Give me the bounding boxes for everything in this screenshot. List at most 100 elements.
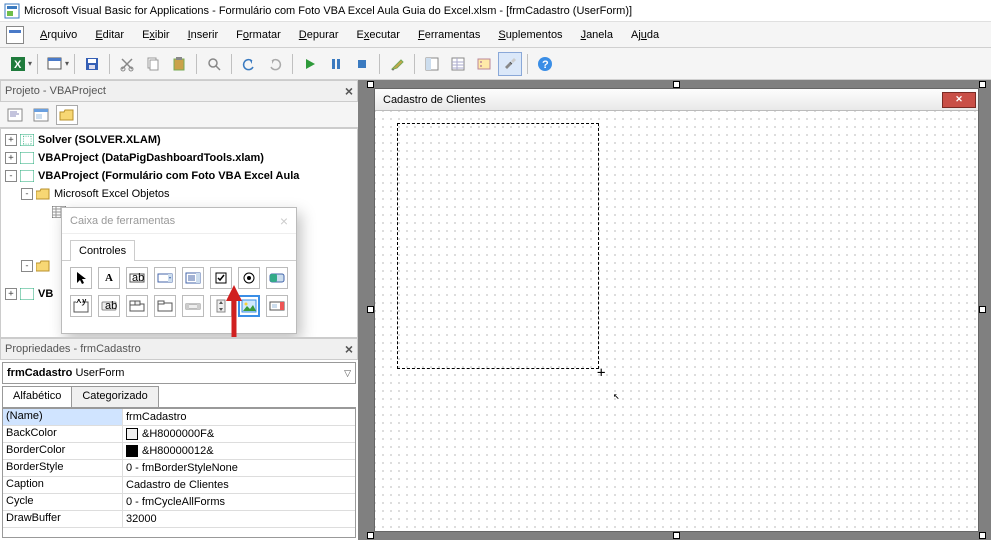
toolbar: X ▾ ▾ ? xyxy=(0,48,991,80)
find-button[interactable] xyxy=(202,52,226,76)
prop-value[interactable]: frmCadastro xyxy=(123,409,355,425)
cursor-arrow-icon: ↖ xyxy=(613,389,620,402)
tool-commandbutton[interactable]: ab xyxy=(98,295,120,317)
menu-suplementos[interactable]: Suplementos xyxy=(490,26,570,44)
tool-spinbutton[interactable] xyxy=(210,295,232,317)
toolbox-button[interactable] xyxy=(498,52,522,76)
toolbox-titlebar[interactable]: Caixa de ferramentas × xyxy=(62,208,296,234)
view-code-button[interactable] xyxy=(4,105,26,125)
tool-frame[interactable]: xy xyxy=(70,295,92,317)
userform-close-button[interactable]: ✕ xyxy=(942,92,976,108)
prop-value[interactable]: &H80000012& xyxy=(123,443,355,459)
prop-name[interactable]: (Name) xyxy=(3,409,123,425)
drag-selection-rect xyxy=(397,123,599,369)
tool-pointer[interactable] xyxy=(70,267,92,289)
properties-panel-header: Propriedades - frmCadastro × xyxy=(0,338,358,360)
prop-value[interactable]: 32000 xyxy=(123,511,355,527)
project-explorer-button[interactable] xyxy=(420,52,444,76)
view-object-button[interactable] xyxy=(30,105,52,125)
menu-ferramentas[interactable]: Ferramentas xyxy=(410,26,488,44)
tool-checkbox[interactable] xyxy=(210,267,232,289)
prop-name[interactable]: BackColor xyxy=(3,426,123,442)
menu-ajuda[interactable]: Ajuda xyxy=(623,26,667,44)
expand-icon[interactable]: + xyxy=(5,152,17,164)
save-button[interactable] xyxy=(80,52,104,76)
menu-depurar[interactable]: Depurar xyxy=(291,26,347,44)
toggle-folders-button[interactable] xyxy=(56,105,78,125)
menu-editar[interactable]: Editar xyxy=(87,26,132,44)
menu-inserir[interactable]: Inserir xyxy=(180,26,227,44)
tree-item-dp[interactable]: VBAProject (DataPigDashboardTools.xlam) xyxy=(38,152,264,164)
tool-image[interactable] xyxy=(238,295,260,317)
break-button[interactable] xyxy=(324,52,348,76)
collapse-icon[interactable]: - xyxy=(21,188,33,200)
form-designer-area[interactable]: Cadastro de Clientes ✕ + ↖ xyxy=(358,80,991,540)
project-panel-close-icon[interactable]: × xyxy=(345,83,353,99)
app-titlebar: Microsoft Visual Basic for Applications … xyxy=(0,0,991,22)
menu-janela[interactable]: Janela xyxy=(573,26,621,44)
menu-executar[interactable]: Executar xyxy=(349,26,408,44)
system-menu-icon[interactable] xyxy=(6,26,24,44)
prop-name[interactable]: BorderColor xyxy=(3,443,123,459)
prop-name[interactable]: DrawBuffer xyxy=(3,511,123,527)
toolbox-tabs: Controles xyxy=(62,234,296,261)
expand-icon[interactable]: + xyxy=(5,134,17,146)
prop-tab-categorizado[interactable]: Categorizado xyxy=(71,386,158,407)
undo-button[interactable] xyxy=(237,52,261,76)
view-excel-button[interactable]: X ▾ xyxy=(6,52,32,76)
properties-panel-title: Propriedades - frmCadastro xyxy=(5,343,141,355)
prop-name[interactable]: Caption xyxy=(3,477,123,493)
toolbox-close-icon[interactable]: × xyxy=(280,213,288,229)
properties-window-button[interactable] xyxy=(446,52,470,76)
menu-formatar[interactable]: Formatar xyxy=(228,26,289,44)
tree-item-objetos[interactable]: Microsoft Excel Objetos xyxy=(54,188,170,200)
reset-button[interactable] xyxy=(350,52,374,76)
object-browser-button[interactable] xyxy=(472,52,496,76)
prop-name[interactable]: Cycle xyxy=(3,494,123,510)
userform-client-area[interactable]: + ↖ xyxy=(375,111,978,531)
design-mode-button[interactable] xyxy=(385,52,409,76)
insert-userform-button[interactable]: ▾ xyxy=(43,52,69,76)
tool-scrollbar[interactable] xyxy=(182,295,204,317)
tool-refedit[interactable] xyxy=(266,295,288,317)
toolbox-tab-controles[interactable]: Controles xyxy=(70,240,135,261)
prop-name[interactable]: BorderStyle xyxy=(3,460,123,476)
run-button[interactable] xyxy=(298,52,322,76)
collapse-icon[interactable]: - xyxy=(5,170,17,182)
prop-value[interactable]: &H8000000F& xyxy=(123,426,355,442)
tool-tabstrip[interactable] xyxy=(126,295,148,317)
tool-togglebutton[interactable] xyxy=(266,267,288,289)
expand-icon[interactable]: + xyxy=(5,288,17,300)
menu-arquivo[interactable]: Arquivo xyxy=(32,26,85,44)
prop-value[interactable]: 0 - fmCycleAllForms xyxy=(123,494,355,510)
copy-button[interactable] xyxy=(141,52,165,76)
prop-tab-alfabetico[interactable]: Alfabético xyxy=(2,386,72,407)
collapse-icon[interactable]: - xyxy=(21,260,33,272)
tool-listbox[interactable] xyxy=(182,267,204,289)
tool-combobox[interactable] xyxy=(154,267,176,289)
svg-text:ab|: ab| xyxy=(132,272,145,284)
menu-exibir[interactable]: Exibir xyxy=(134,26,178,44)
properties-panel-close-icon[interactable]: × xyxy=(345,341,353,357)
paste-button[interactable] xyxy=(167,52,191,76)
tree-item-main[interactable]: VBAProject (Formulário com Foto VBA Exce… xyxy=(38,170,299,182)
svg-text:X: X xyxy=(14,59,22,71)
toolbox-title-label: Caixa de ferramentas xyxy=(70,215,175,227)
tool-label[interactable]: A xyxy=(98,267,120,289)
prop-value[interactable]: Cadastro de Clientes xyxy=(123,477,355,493)
redo-button[interactable] xyxy=(263,52,287,76)
prop-value[interactable]: 0 - fmBorderStyleNone xyxy=(123,460,355,476)
properties-grid[interactable]: (Name)frmCadastro BackColor&H8000000F& B… xyxy=(2,408,356,538)
tool-textbox[interactable]: ab| xyxy=(126,267,148,289)
tree-item-solver[interactable]: Solver (SOLVER.XLAM) xyxy=(38,134,161,146)
tool-multipage[interactable] xyxy=(154,295,176,317)
tree-item-vb[interactable]: VB xyxy=(38,288,53,300)
vba-project-icon xyxy=(19,169,35,183)
properties-object-combo[interactable]: frmCadastro UserForm ▽ xyxy=(2,362,356,384)
project-tree[interactable]: +⬚Solver (SOLVER.XLAM) +VBAProject (Data… xyxy=(0,128,358,338)
userform-frame[interactable]: Cadastro de Clientes ✕ + ↖ xyxy=(374,88,979,532)
tool-optionbutton[interactable] xyxy=(238,267,260,289)
cut-button[interactable] xyxy=(115,52,139,76)
toolbox-window[interactable]: Caixa de ferramentas × Controles A ab| xyxy=(61,207,297,334)
help-button[interactable]: ? xyxy=(533,52,557,76)
